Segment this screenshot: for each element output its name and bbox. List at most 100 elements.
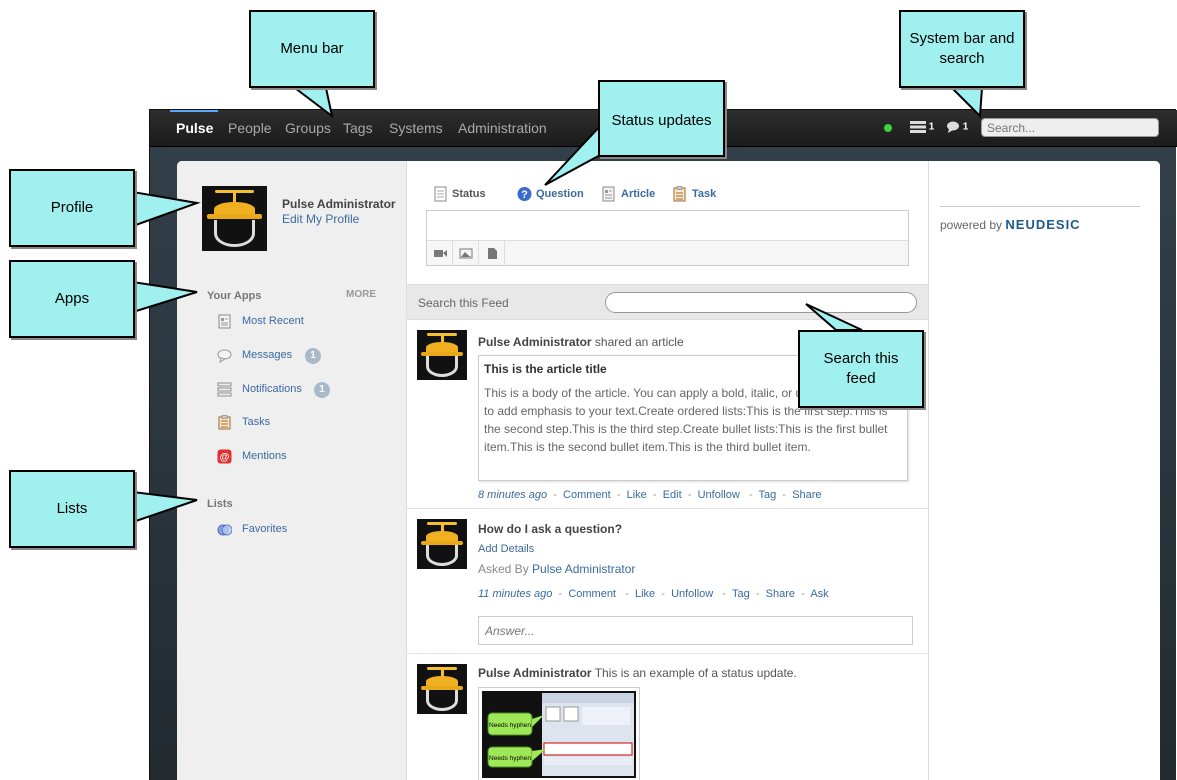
post-timestamp[interactable]: 8 minutes ago (478, 489, 547, 501)
neudesic-logo[interactable]: NEUDESIC (1005, 217, 1080, 232)
callout-profile: Profile (9, 169, 135, 247)
callout-search-feed: Search this feed (798, 330, 924, 408)
attach-image-button[interactable] (453, 241, 479, 266)
notification-list-icon (217, 382, 232, 397)
at-sign-icon: @ (217, 449, 232, 464)
content-area: Pulse Administrator Edit My Profile Your… (177, 161, 1160, 780)
notification-list-icon (910, 121, 926, 133)
callout-menu-bar: Menu bar (249, 10, 375, 88)
tag-link[interactable]: Tag (732, 588, 750, 600)
like-link[interactable]: Like (635, 588, 655, 600)
tab-label: Status (452, 188, 486, 200)
share-link[interactable]: Share (766, 588, 795, 600)
status-image-thumbnail[interactable]: Needs hyphen Needs hyphen (478, 687, 640, 780)
feed-search-label: Search this Feed (418, 296, 509, 310)
asked-by: Asked By Pulse Administrator (478, 562, 635, 576)
post-avatar[interactable] (417, 330, 467, 380)
thumb-callout-1: Needs hyphen (489, 722, 531, 729)
attach-video-button[interactable] (427, 241, 453, 266)
unfollow-link[interactable]: Unfollow (671, 588, 713, 600)
callout-apps: Apps (9, 260, 135, 338)
callout-lists: Lists (9, 470, 135, 548)
clipboard-icon (218, 415, 231, 430)
nav-tags[interactable]: Tags (343, 120, 373, 136)
app-label: Most Recent (242, 315, 304, 327)
status-text: This is an example of a status update. (594, 666, 797, 680)
messages-indicator[interactable]: 1 (946, 121, 968, 133)
post-action: shared an article (594, 335, 684, 349)
screenshot-image: Needs hyphen Needs hyphen (482, 691, 636, 778)
post-actions: 8 minutes ago - Comment - Like - Edit - … (478, 489, 822, 501)
speech-bubble-icon (217, 349, 232, 363)
post-author[interactable]: Pulse Administrator (478, 335, 592, 349)
post-header: Pulse Administrator This is an example o… (478, 666, 797, 680)
status-composer (426, 210, 909, 266)
messages-badge: 1 (305, 348, 321, 364)
post-avatar[interactable] (417, 664, 467, 714)
your-apps-title: Your Apps (207, 290, 262, 302)
comment-link[interactable]: Comment (568, 588, 616, 600)
unfollow-link[interactable]: Unfollow (698, 489, 740, 501)
tab-label: Task (692, 188, 717, 200)
video-camera-icon (434, 250, 447, 257)
pulse-app-window: Pulse People Groups Tags Systems Adminis… (149, 109, 1177, 780)
article-icon (602, 186, 615, 202)
powered-by: powered by NEUDESIC (940, 206, 1140, 232)
callout-system-bar: System bar and search (899, 10, 1025, 88)
post-avatar[interactable] (417, 519, 467, 569)
like-link[interactable]: Like (627, 489, 647, 501)
svg-text:?: ? (521, 189, 528, 201)
tab-label: Question (536, 188, 584, 200)
post-timestamp[interactable]: 11 minutes ago (478, 588, 552, 600)
feed-post-status: Pulse Administrator This is an example o… (407, 654, 928, 780)
messages-count: 1 (962, 121, 969, 133)
nav-people[interactable]: People (228, 120, 272, 136)
app-label: Tasks (242, 416, 271, 428)
nav-pulse[interactable]: Pulse (176, 120, 213, 136)
share-link[interactable]: Share (792, 489, 821, 501)
edit-profile-link[interactable]: Edit My Profile (282, 212, 359, 226)
add-details-link[interactable]: Add Details (478, 543, 534, 555)
feed-search-input[interactable] (605, 292, 917, 313)
status-doc-icon (434, 186, 447, 202)
more-apps-link[interactable]: MORE (346, 289, 376, 300)
list-label: Favorites (242, 523, 288, 535)
tab-label: Article (621, 188, 656, 200)
nav-active-indicator (170, 110, 218, 112)
feed-post-question: How do I ask a question? Add Details Ask… (407, 509, 928, 654)
asked-by-label: Asked By (478, 562, 529, 576)
answer-input[interactable] (478, 616, 913, 645)
app-label: Notifications (242, 383, 302, 395)
asked-by-author[interactable]: Pulse Administrator (532, 562, 635, 576)
file-icon (488, 248, 497, 259)
speech-bubble-icon (947, 121, 959, 133)
main-feed: Status ? Question Article Task Search th… (407, 161, 928, 780)
lists-title: Lists (207, 498, 233, 510)
profile-avatar[interactable] (202, 186, 267, 251)
callout-status-updates: Status updates (598, 80, 725, 157)
profile-name: Pulse Administrator (282, 197, 396, 211)
global-search-input[interactable] (981, 118, 1159, 137)
nav-administration[interactable]: Administration (458, 120, 547, 136)
app-label: Mentions (242, 450, 287, 462)
right-sidebar: powered by NEUDESIC (928, 161, 1160, 780)
notifications-indicator[interactable]: 1 (910, 121, 934, 133)
edit-link[interactable]: Edit (663, 489, 682, 501)
left-sidebar: Pulse Administrator Edit My Profile Your… (177, 161, 407, 780)
feed-search-bar: Search this Feed (407, 284, 928, 320)
image-icon (459, 248, 473, 259)
powered-by-label: powered by (940, 218, 1003, 232)
thumb-callout-2: Needs hyphen (489, 755, 531, 762)
ask-link[interactable]: Ask (810, 588, 828, 600)
status-input[interactable] (427, 211, 908, 240)
post-author[interactable]: Pulse Administrator (478, 666, 592, 680)
question-title[interactable]: How do I ask a question? (478, 522, 622, 536)
post-header: Pulse Administrator shared an article (478, 335, 684, 349)
nav-systems[interactable]: Systems (389, 120, 443, 136)
document-icon (218, 314, 231, 329)
comment-link[interactable]: Comment (563, 489, 611, 501)
tag-link[interactable]: Tag (759, 489, 777, 501)
nav-groups[interactable]: Groups (285, 120, 331, 136)
attach-file-button[interactable] (479, 241, 505, 266)
presence-status-icon[interactable] (884, 124, 892, 132)
